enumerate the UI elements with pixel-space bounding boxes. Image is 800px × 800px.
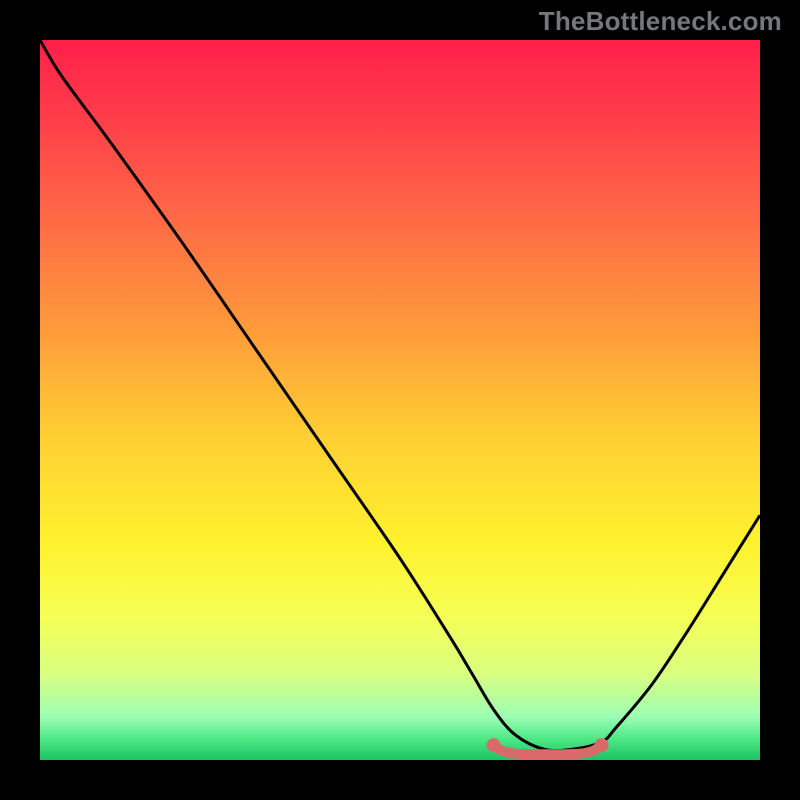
bottleneck-curve [40,40,760,760]
chart-frame: TheBottleneck.com [0,0,800,800]
plot-area [40,40,760,760]
watermark-label: TheBottleneck.com [539,6,782,37]
